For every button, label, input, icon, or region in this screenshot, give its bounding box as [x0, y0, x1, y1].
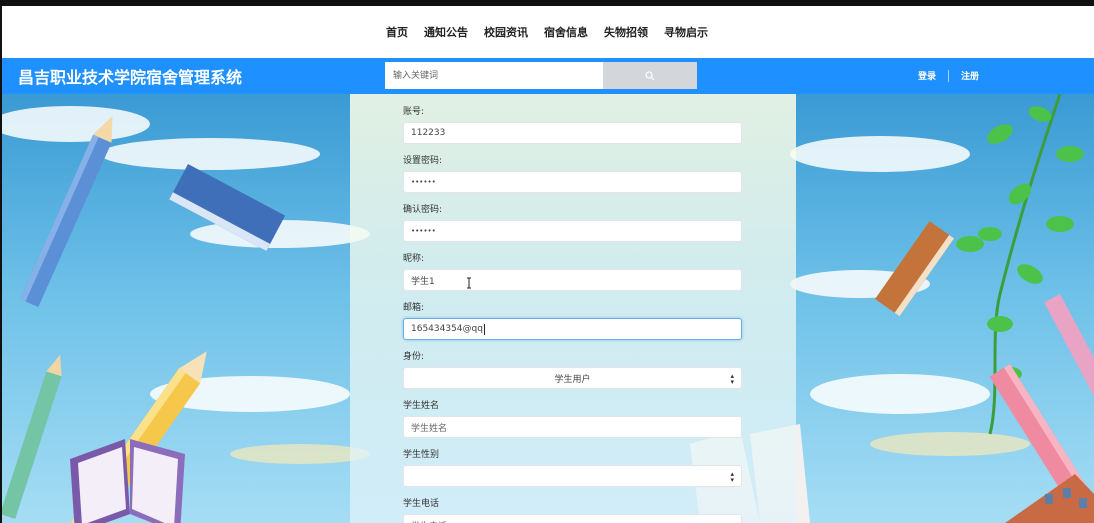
password-input[interactable]: •••••• [403, 171, 742, 193]
select-arrows-icon: ▴ ▾ [730, 372, 734, 386]
top-navigation: 首页 通知公告 校园资讯 宿舍信息 失物招领 寻物启示 [0, 6, 1094, 58]
search-bar [385, 62, 697, 89]
account-input[interactable]: 112233 [403, 122, 742, 144]
student-phone-label: 学生电话 [403, 499, 440, 509]
role-label: 身份: [403, 352, 425, 362]
register-link[interactable]: 注册 [961, 69, 979, 82]
auth-links: 登录 注册 [918, 69, 979, 82]
student-name-label: 学生姓名 [403, 401, 440, 411]
email-input[interactable]: 165434354@qq [403, 318, 742, 340]
text-caret [483, 323, 485, 335]
window-left-edge [0, 0, 2, 523]
site-title: 昌吉职业技术学院宿舍管理系统 [18, 68, 243, 87]
search-icon [645, 70, 655, 80]
background-illustration [0, 94, 1094, 523]
page: 首页 通知公告 校园资讯 宿舍信息 失物招领 寻物启示 昌吉职业技术学院宿舍管理… [0, 0, 1094, 523]
nickname-input[interactable]: 学生1 [403, 269, 742, 291]
confirm-password-label: 确认密码: [403, 205, 443, 215]
password-label: 设置密码: [403, 156, 443, 166]
login-link[interactable]: 登录 [918, 69, 936, 82]
email-value: 165434354@qq [411, 324, 483, 334]
auth-divider [947, 69, 949, 82]
nav-lost-found[interactable]: 失物招领 [604, 24, 648, 40]
header-bar: 昌吉职业技术学院宿舍管理系统 登录 注册 [0, 58, 1094, 94]
confirm-password-input[interactable]: •••••• [403, 220, 742, 242]
email-label: 邮箱: [403, 303, 425, 313]
student-gender-label: 学生性别 [403, 450, 440, 460]
role-select[interactable]: 学生用户 ▴ ▾ [403, 367, 742, 389]
nav-home[interactable]: 首页 [386, 24, 408, 40]
select-arrows-icon: ▴ ▾ [730, 470, 734, 484]
nav-campus-news[interactable]: 校园资讯 [484, 24, 528, 40]
student-phone-input[interactable]: 学生电话 [403, 514, 742, 523]
nickname-label: 昵称: [403, 254, 425, 264]
account-label: 账号: [403, 107, 425, 117]
student-gender-select[interactable]: ▴ ▾ [403, 465, 742, 487]
ibeam-cursor-icon [467, 277, 471, 289]
student-name-input[interactable]: 学生姓名 [403, 416, 742, 438]
search-input[interactable] [385, 62, 603, 89]
nav-notices[interactable]: 通知公告 [424, 24, 468, 40]
nav-lost-notice[interactable]: 寻物启示 [664, 24, 708, 40]
nav-dorm-info[interactable]: 宿舍信息 [544, 24, 588, 40]
search-button[interactable] [603, 62, 697, 89]
role-selected-value: 学生用户 [554, 374, 591, 385]
